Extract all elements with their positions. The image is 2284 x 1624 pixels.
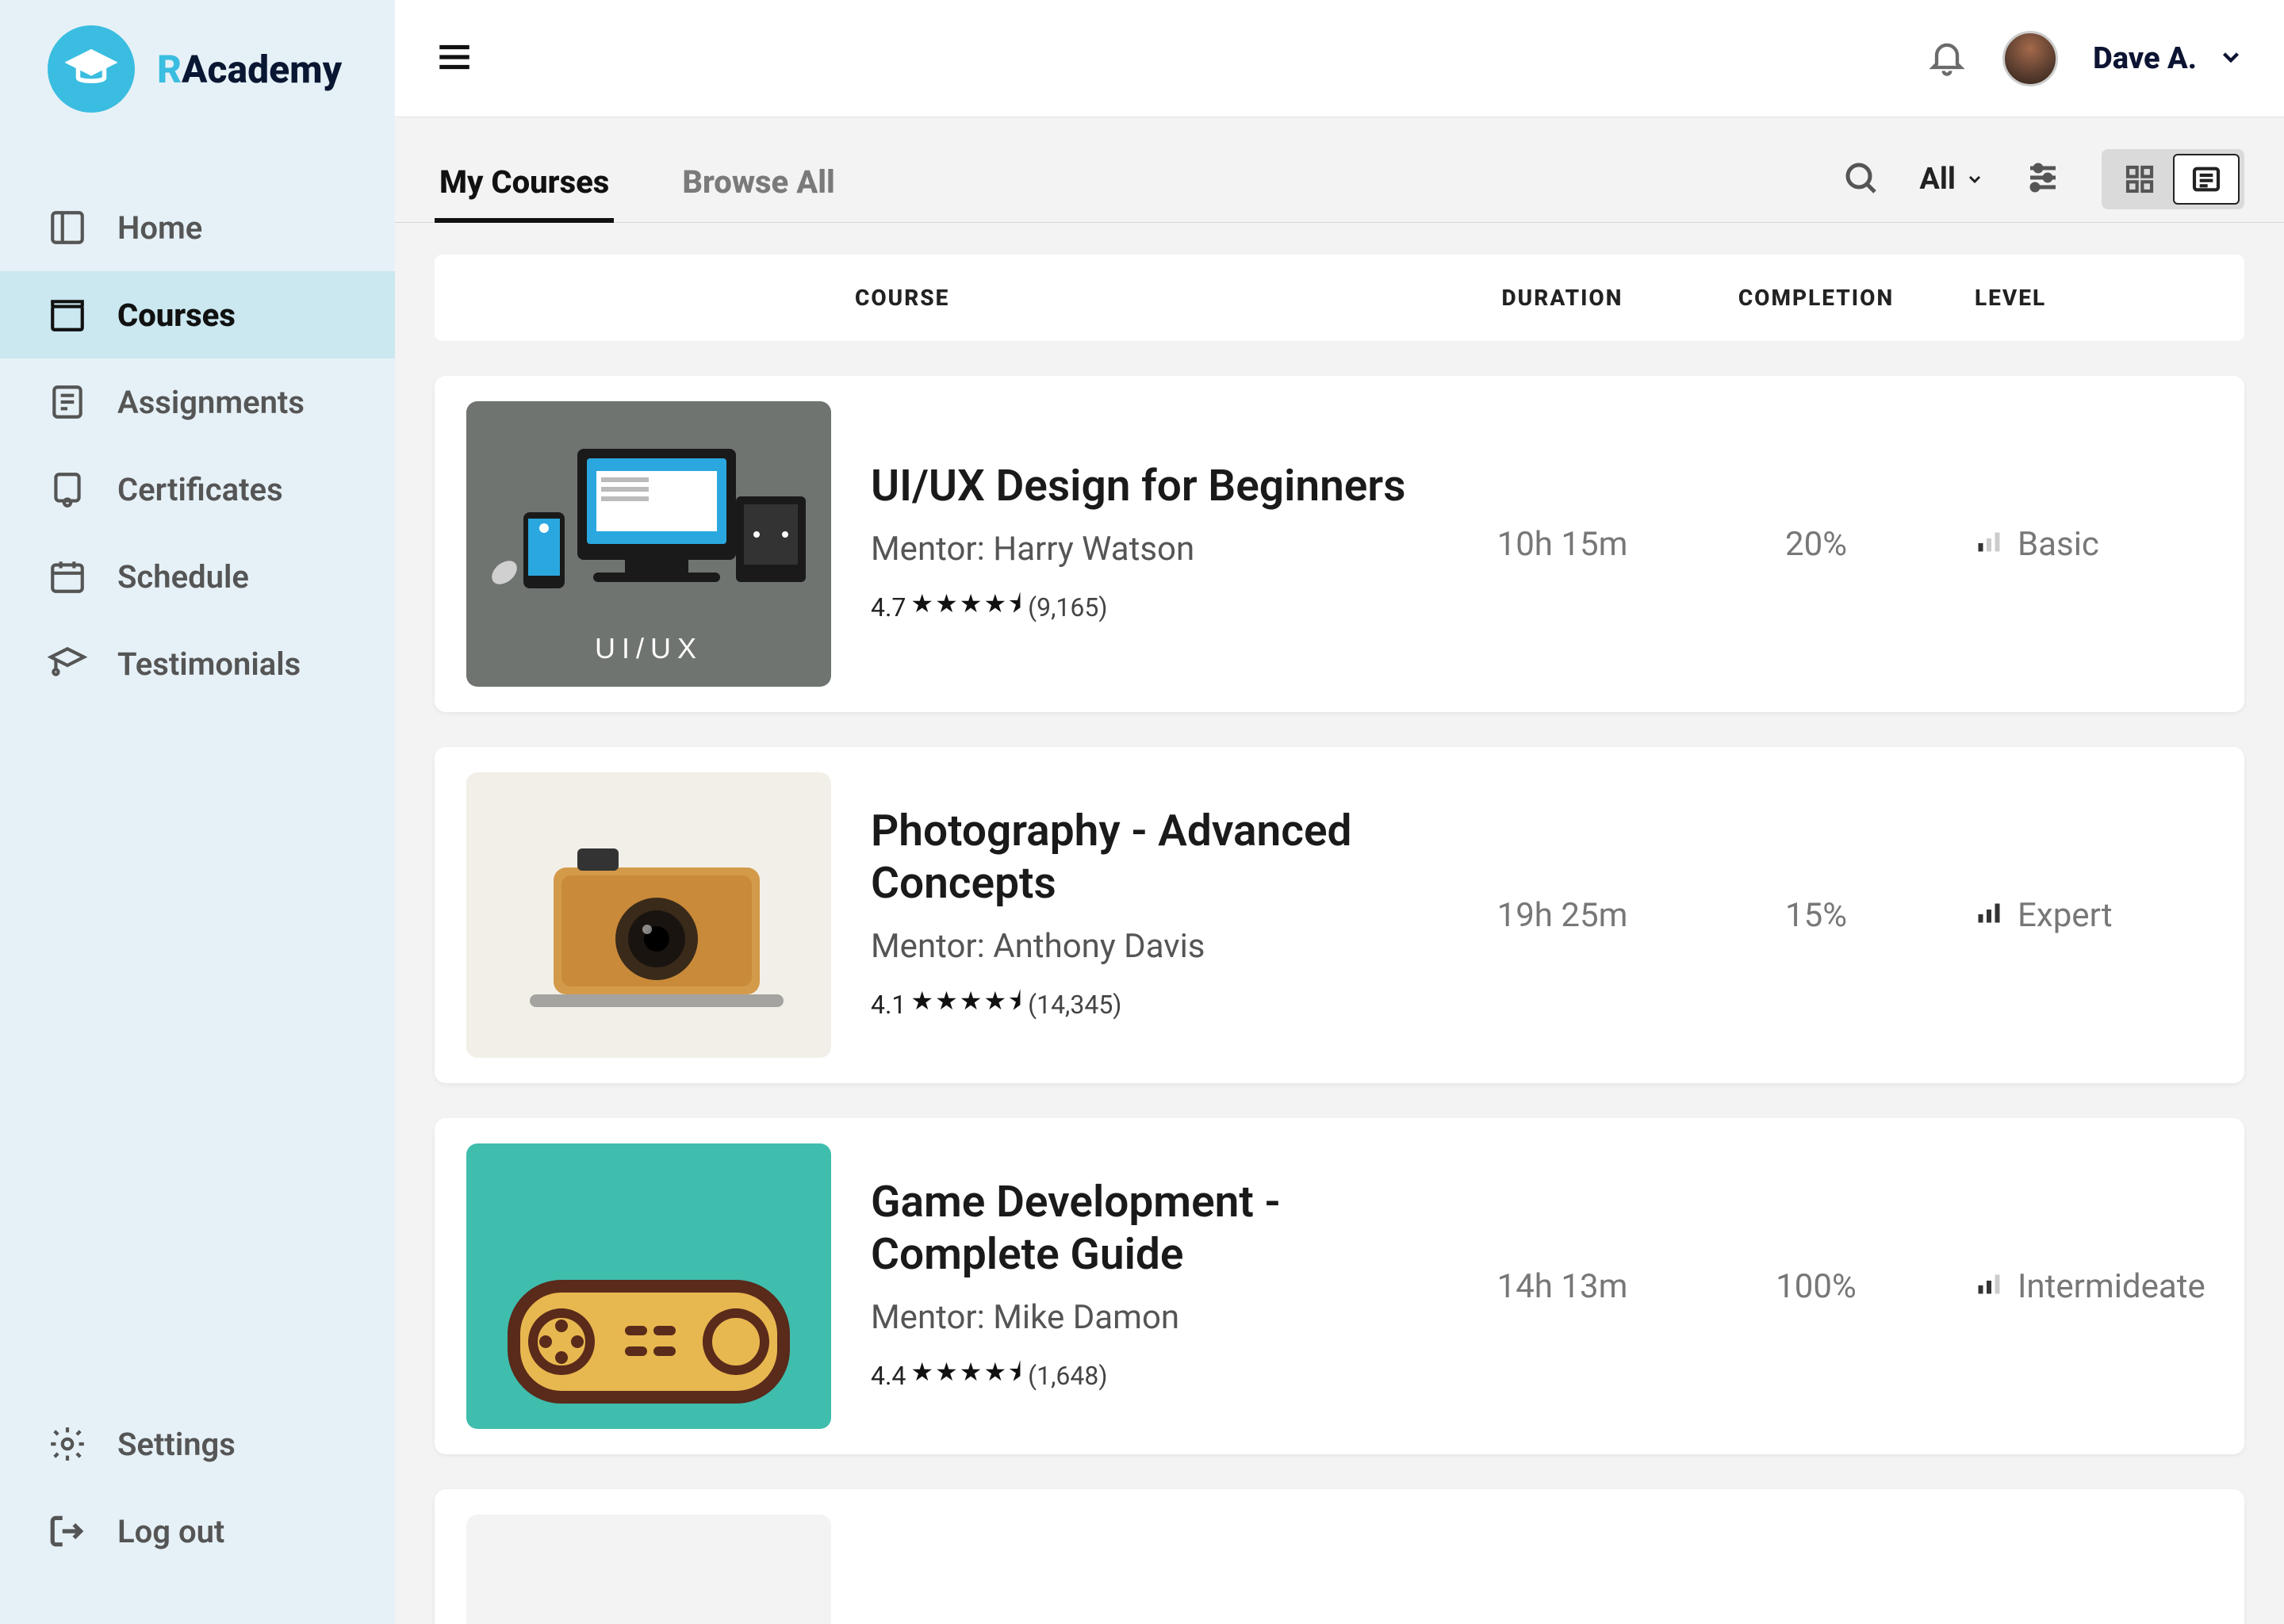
search-button[interactable]: [1841, 159, 1880, 200]
sidebar-item-home[interactable]: Home: [0, 184, 395, 271]
course-mentor: Mentor: Anthony Davis: [871, 927, 1435, 966]
sidebar-bottom: Settings Log out: [0, 1400, 395, 1599]
sidebar-item-label: Courses: [117, 297, 236, 334]
user-menu-button[interactable]: Dave A.: [2093, 41, 2244, 76]
view-grid-button[interactable]: [2106, 154, 2173, 205]
course-completion: 100%: [1689, 1267, 1943, 1306]
topbar: Dave A.: [395, 0, 2284, 117]
sidebar-item-courses[interactable]: Courses: [0, 271, 395, 358]
notifications-button[interactable]: [1926, 36, 1968, 81]
stars-icon: ★★★★⯨: [910, 586, 1023, 629]
brand-name: RAcademy: [157, 47, 342, 92]
sidebar-item-testimonials[interactable]: Testimonials: [0, 620, 395, 707]
stars-icon: ★★★★⯨: [910, 1354, 1023, 1397]
course-row[interactable]: Game Development - Complete Guide Mentor…: [435, 1118, 2244, 1454]
course-level: Basic: [1943, 525, 2213, 564]
brand-logo[interactable]: RAcademy: [0, 25, 395, 136]
course-info: Game Development - Complete Guide Mentor…: [831, 1176, 1435, 1397]
header-level: LEVEL: [1943, 285, 2213, 311]
avatar[interactable]: [2002, 31, 2058, 86]
schedule-icon: [48, 557, 87, 596]
gear-icon: [48, 1424, 87, 1464]
course-info: UI/UX Design for Beginners Mentor: Harry…: [831, 460, 1435, 629]
sidebar-item-label: Log out: [117, 1513, 224, 1550]
course-thumbnail: UI/UX: [466, 401, 831, 687]
home-icon: [48, 208, 87, 247]
course-completion: 15%: [1689, 896, 1943, 935]
logout-icon: [48, 1511, 87, 1551]
header-completion: COMPLETION: [1689, 285, 1943, 311]
sidebar-item-label: Schedule: [117, 558, 249, 596]
sidebar-item-certificates[interactable]: Certificates: [0, 446, 395, 533]
svg-text:UI/UX: UI/UX: [595, 632, 703, 665]
sidebar-item-settings[interactable]: Settings: [0, 1400, 395, 1488]
stars-icon: ★★★★⯨: [910, 983, 1023, 1026]
course-rating: 4.7 ★★★★⯨ (9,165): [871, 586, 1435, 629]
sidebar-item-label: Home: [117, 209, 202, 247]
course-rating: 4.1 ★★★★⯨ (14,345): [871, 983, 1435, 1026]
filter-dropdown[interactable]: All: [1919, 162, 1984, 197]
tab-browse-all[interactable]: Browse All: [677, 146, 840, 223]
course-mentor: Mentor: Mike Damon: [871, 1298, 1435, 1337]
course-thumbnail: [466, 772, 831, 1058]
chevron-down-icon: [1965, 170, 1984, 189]
course-list: COURSE DURATION COMPLETION LEVEL: [395, 223, 2284, 1624]
course-rating: 4.4 ★★★★⯨ (1,648): [871, 1354, 1435, 1397]
brand-badge-icon: [48, 25, 135, 113]
course-title: Game Development - Complete Guide: [871, 1176, 1435, 1281]
header-duration: DURATION: [1435, 285, 1689, 311]
course-title: UI/UX Design for Beginners: [871, 460, 1435, 512]
course-level: Expert: [1943, 896, 2213, 935]
sidebar: RAcademy Home Courses Assignments: [0, 0, 395, 1624]
sidebar-item-label: Testimonials: [117, 645, 301, 683]
menu-toggle-button[interactable]: [435, 37, 474, 80]
sidebar-item-logout[interactable]: Log out: [0, 1488, 395, 1575]
course-row[interactable]: UI/UX UI/UX Design for Beginners Mentor:…: [435, 376, 2244, 712]
sidebar-item-label: Settings: [117, 1426, 236, 1463]
course-row[interactable]: Photography - Advanced Concepts Mentor: …: [435, 747, 2244, 1083]
tab-my-courses[interactable]: My Courses: [435, 146, 614, 223]
course-info: Photography - Advanced Concepts Mentor: …: [831, 805, 1435, 1026]
sidebar-nav: Home Courses Assignments Certificates: [0, 136, 395, 1400]
chevron-down-icon: [2217, 44, 2244, 74]
course-duration: 19h 25m: [1435, 896, 1689, 935]
subbar: My Courses Browse All All: [395, 117, 2284, 223]
testimonials-icon: [48, 644, 87, 684]
course-duration: 10h 15m: [1435, 525, 1689, 564]
course-row[interactable]: App Development - Android: [435, 1489, 2244, 1624]
sidebar-item-schedule[interactable]: Schedule: [0, 533, 395, 620]
course-duration: 14h 13m: [1435, 1267, 1689, 1306]
course-thumbnail: [466, 1143, 831, 1429]
level-basic-icon: [1975, 525, 2003, 564]
sidebar-item-assignments[interactable]: Assignments: [0, 358, 395, 446]
username-label: Dave A.: [2093, 41, 2197, 76]
sidebar-item-label: Assignments: [117, 384, 305, 421]
courses-icon: [48, 295, 87, 335]
level-intermediate-icon: [1975, 1267, 2003, 1306]
sidebar-item-label: Certificates: [117, 471, 283, 508]
main-area: Dave A. My Courses Browse All All: [395, 0, 2284, 1624]
header-course: COURSE: [831, 285, 1435, 311]
assignments-icon: [48, 382, 87, 422]
certificates-icon: [48, 469, 87, 509]
filter-settings-button[interactable]: [2024, 159, 2062, 200]
course-title: Photography - Advanced Concepts: [871, 805, 1435, 910]
course-completion: 20%: [1689, 525, 1943, 564]
table-header-row: COURSE DURATION COMPLETION LEVEL: [435, 255, 2244, 341]
course-thumbnail: [466, 1515, 831, 1624]
course-level: Intermideate: [1943, 1267, 2213, 1306]
level-expert-icon: [1975, 896, 2003, 935]
view-toggle: [2102, 149, 2244, 209]
view-list-button[interactable]: [2173, 154, 2240, 205]
course-mentor: Mentor: Harry Watson: [871, 530, 1435, 569]
filter-label: All: [1919, 162, 1956, 197]
